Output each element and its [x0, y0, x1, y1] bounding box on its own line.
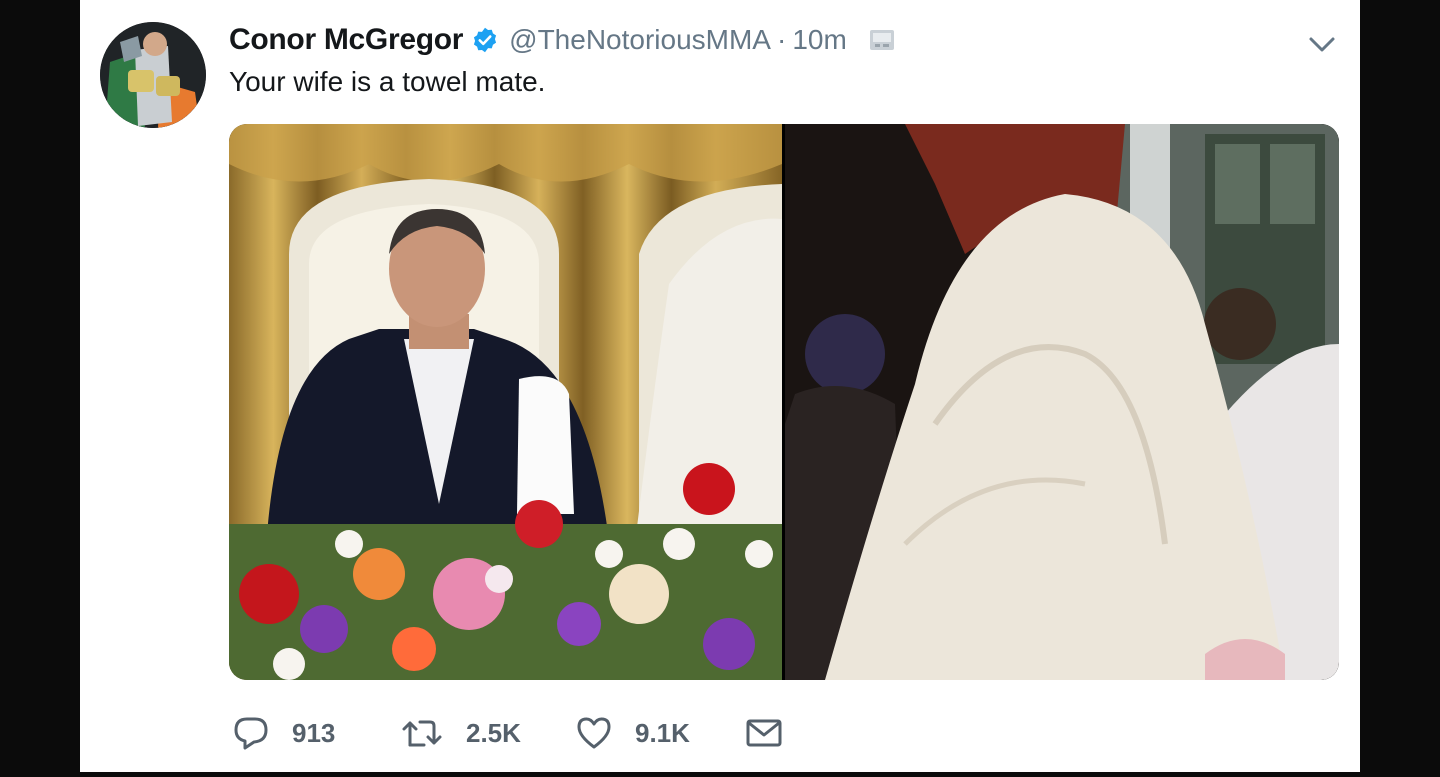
chevron-down-icon[interactable] — [1305, 30, 1339, 58]
retweet-count: 2.5K — [466, 717, 521, 748]
heart-icon — [577, 717, 611, 749]
like-button[interactable]: 9.1K — [575, 715, 745, 751]
direct-message-button[interactable] — [745, 715, 783, 751]
tweet-header: Conor McGregor @TheNotoriousMMA · 10m — [229, 20, 895, 60]
page-frame: Conor McGregor @TheNotoriousMMA · 10m Yo… — [0, 0, 1440, 777]
photo-veiled-bride[interactable] — [785, 124, 1339, 680]
reply-button[interactable]: 913 — [232, 715, 400, 751]
retweet-icon — [402, 720, 442, 747]
reply-bubble-icon — [234, 717, 268, 750]
like-count: 9.1K — [635, 717, 690, 748]
envelope-icon — [746, 719, 782, 747]
app-source-icon — [869, 27, 895, 53]
tweet-text: Your wife is a towel mate. — [229, 66, 546, 97]
handle[interactable]: @TheNotoriousMMA — [509, 24, 771, 56]
avatar-image — [100, 22, 206, 128]
retweet-button[interactable]: 2.5K — [400, 715, 575, 751]
photo-groom-at-table[interactable] — [229, 124, 782, 680]
timestamp[interactable]: 10m — [792, 24, 846, 56]
tweet-actions: 913 2.5K 9.1K — [232, 710, 783, 756]
tweet-media[interactable] — [229, 124, 1339, 680]
display-name[interactable]: Conor McGregor — [229, 23, 463, 57]
separator-dot: · — [777, 24, 787, 55]
avatar[interactable] — [100, 22, 206, 128]
reply-count: 913 — [292, 717, 336, 748]
verified-badge-icon — [471, 26, 499, 54]
